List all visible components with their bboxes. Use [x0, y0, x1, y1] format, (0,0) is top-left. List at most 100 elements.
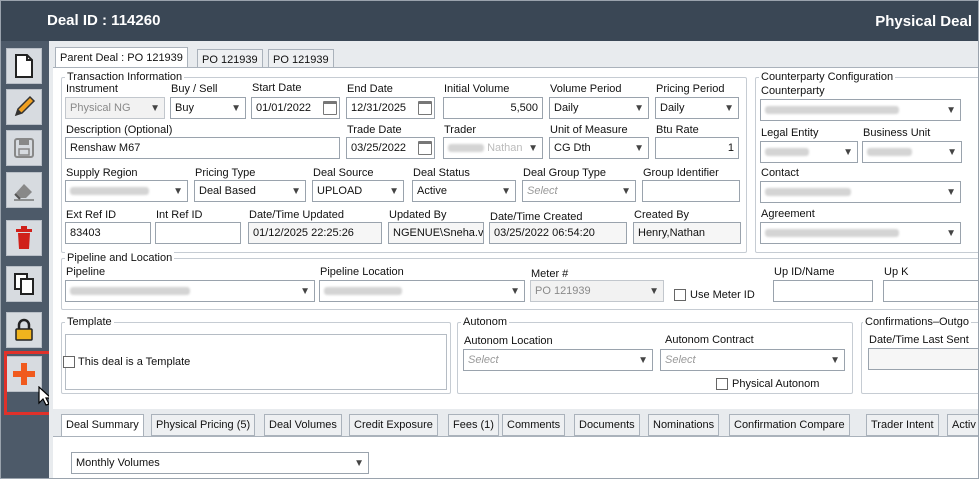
- legal-entity-label: Legal Entity: [761, 127, 819, 139]
- start-date-field[interactable]: 01/01/2022: [251, 97, 340, 119]
- use-meter-id-checkbox[interactable]: [674, 289, 686, 301]
- tab-confirmation-compare[interactable]: Confirmation Compare: [729, 414, 850, 436]
- agreement-label: Agreement: [761, 208, 815, 220]
- calendar-icon[interactable]: [323, 101, 337, 115]
- trader-select[interactable]: Nathan ▼: [443, 137, 543, 159]
- new-document-button[interactable]: [6, 48, 42, 84]
- autonom-location-label: Autonom Location: [464, 335, 553, 347]
- physical-autonom-checkbox[interactable]: [716, 378, 728, 390]
- supply-region-select[interactable]: ▼: [65, 180, 188, 202]
- trade-date-field[interactable]: 03/25/2022: [346, 137, 435, 159]
- trade-date-value: 03/25/2022: [351, 142, 407, 154]
- btu-rate-label: Btu Rate: [656, 124, 699, 136]
- autonom-location-select[interactable]: Select ▼: [463, 349, 653, 371]
- updated-by-field: NGENUE\Sneha.v: [388, 222, 484, 244]
- instrument-select[interactable]: Physical NG ▼: [65, 97, 165, 119]
- chevron-down-icon: ▼: [173, 186, 183, 197]
- tab-deal-volumes[interactable]: Deal Volumes: [264, 414, 342, 436]
- buy-sell-label: Buy / Sell: [171, 83, 218, 95]
- delete-button[interactable]: [6, 220, 42, 256]
- tab-fees[interactable]: Fees (1): [448, 414, 499, 436]
- lock-button[interactable]: [6, 312, 42, 348]
- chevron-down-icon: ▼: [634, 103, 644, 114]
- tab-comments[interactable]: Comments: [502, 414, 566, 436]
- autonom-contract-label: Autonom Contract: [665, 334, 754, 346]
- chevron-down-icon: ▼: [946, 105, 956, 116]
- deal-status-value: Active: [417, 185, 447, 197]
- buy-sell-value: Buy: [175, 102, 194, 114]
- pipeline-location-select[interactable]: ▼: [319, 280, 525, 302]
- volume-period-value: Daily: [554, 102, 579, 114]
- tab-deal-summary[interactable]: Deal Summary: [61, 414, 144, 436]
- pipeline-location-label: Pipeline Location: [320, 266, 404, 278]
- template-group-title: Template: [65, 316, 114, 328]
- pricing-type-select[interactable]: Deal Based ▼: [194, 180, 306, 202]
- edit-button[interactable]: [6, 89, 42, 125]
- chevron-down-icon: ▼: [947, 147, 957, 158]
- up-k-input[interactable]: [883, 280, 978, 302]
- tab-physical-pricing[interactable]: Physical Pricing (5): [151, 414, 256, 436]
- unit-of-measure-select[interactable]: CG Dth ▼: [549, 137, 649, 159]
- buy-sell-select[interactable]: Buy ▼: [170, 97, 246, 119]
- physical-autonom-label: Physical Autonom: [732, 378, 820, 390]
- tab-trader-intent[interactable]: Trader Intent: [866, 414, 939, 436]
- deal-group-type-select[interactable]: Select ▼: [522, 180, 636, 202]
- tab-nominations[interactable]: Nominations: [648, 414, 720, 436]
- supply-region-label: Supply Region: [66, 167, 138, 179]
- tab-parent-deal[interactable]: Parent Deal : PO 121939: [55, 47, 188, 69]
- pipeline-select[interactable]: ▼: [65, 280, 315, 302]
- chevron-down-icon: ▼: [724, 103, 734, 114]
- blurred-value: [765, 229, 899, 238]
- pricing-type-value: Deal Based: [199, 185, 256, 197]
- business-unit-select[interactable]: ▼: [862, 141, 962, 163]
- up-id-input[interactable]: [773, 280, 873, 302]
- blurred-value: [448, 144, 484, 153]
- tab-po-1[interactable]: PO 121939: [197, 49, 263, 69]
- chevron-down-icon: ▼: [649, 286, 659, 297]
- lock-icon: [15, 318, 33, 341]
- initial-volume-input[interactable]: 5,500: [443, 97, 543, 119]
- contact-select[interactable]: ▼: [760, 181, 961, 203]
- agreement-select[interactable]: ▼: [760, 222, 961, 244]
- btu-rate-input[interactable]: 1: [655, 137, 739, 159]
- meter-select[interactable]: PO 121939 ▼: [530, 280, 664, 302]
- chevron-down-icon: ▼: [510, 286, 520, 297]
- window-title: Physical Deal: [875, 13, 972, 30]
- blurred-value: [765, 188, 851, 197]
- deal-source-select[interactable]: UPLOAD ▼: [312, 180, 404, 202]
- contact-label: Contact: [761, 167, 799, 179]
- description-input[interactable]: Renshaw M67: [65, 137, 340, 159]
- tab-documents[interactable]: Documents: [574, 414, 640, 436]
- ext-ref-id-input[interactable]: 83403: [65, 222, 151, 244]
- template-checkbox[interactable]: [63, 356, 75, 368]
- dt-created-field: 03/25/2022 06:54:20: [489, 222, 627, 244]
- chevron-down-icon: ▼: [946, 228, 956, 239]
- eraser-button[interactable]: [6, 172, 42, 208]
- volume-period-select[interactable]: Daily ▼: [549, 97, 649, 119]
- blurred-value: [765, 148, 809, 157]
- deal-status-select[interactable]: Active ▼: [412, 180, 516, 202]
- chevron-down-icon: ▼: [291, 186, 301, 197]
- ext-ref-id-label: Ext Ref ID: [66, 209, 117, 221]
- pricing-period-select[interactable]: Daily ▼: [655, 97, 739, 119]
- calendar-icon[interactable]: [418, 141, 432, 155]
- tab-po-2[interactable]: PO 121939: [268, 49, 334, 69]
- counterparty-group-title: Counterparty Configuration: [759, 71, 896, 83]
- summary-view-select[interactable]: Monthly Volumes ▼: [71, 452, 369, 474]
- legal-entity-select[interactable]: ▼: [760, 141, 858, 163]
- volume-period-label: Volume Period: [550, 83, 622, 95]
- autonom-contract-select[interactable]: Select ▼: [660, 349, 845, 371]
- updated-by-label: Updated By: [389, 209, 447, 221]
- save-button[interactable]: [6, 130, 42, 166]
- group-identifier-input[interactable]: [642, 180, 740, 202]
- deal-id-title: Deal ID : 114260: [47, 12, 161, 29]
- end-date-label: End Date: [347, 83, 393, 95]
- blurred-value: [70, 287, 190, 296]
- calendar-icon[interactable]: [418, 101, 432, 115]
- copy-button[interactable]: [6, 266, 42, 302]
- counterparty-select[interactable]: ▼: [760, 99, 961, 121]
- end-date-field[interactable]: 12/31/2025: [346, 97, 435, 119]
- int-ref-id-input[interactable]: [155, 222, 241, 244]
- tab-activity[interactable]: Activ: [947, 414, 978, 436]
- tab-credit-exposure[interactable]: Credit Exposure: [349, 414, 438, 436]
